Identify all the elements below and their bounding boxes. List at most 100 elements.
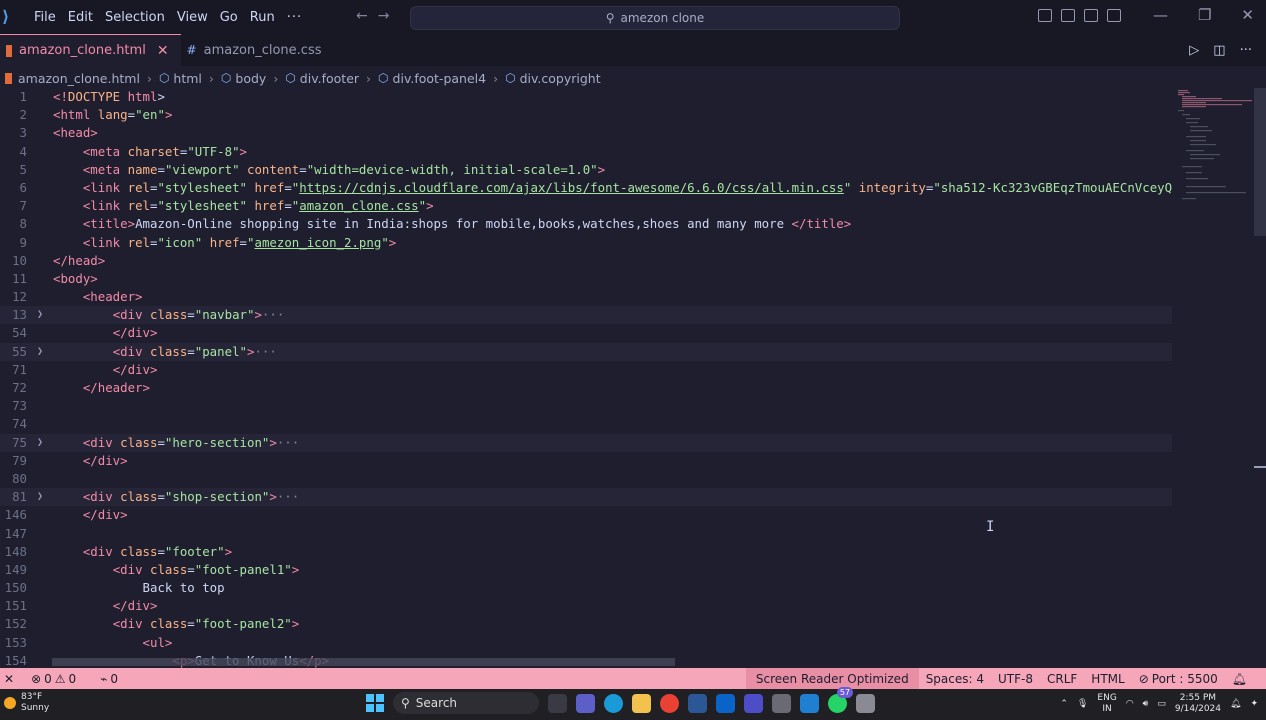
menu-run[interactable]: Run [244, 10, 281, 25]
copilot-icon[interactable]: ✦ [1250, 699, 1258, 709]
battery-icon[interactable]: ▭ [1157, 699, 1166, 709]
code-line[interactable]: 152 <div class="foot-panel2"> [0, 615, 1172, 633]
taskbar-search[interactable]: ⚲ Search [393, 692, 539, 714]
screen-reader-status[interactable]: Screen Reader Optimized [745, 668, 919, 689]
code-line[interactable]: 12 <header> [0, 288, 1172, 306]
breadcrumb-file[interactable]: amazon_clone.html [18, 71, 140, 86]
code-line[interactable]: 7 <link rel="stylesheet" href="amazon_cl… [0, 197, 1172, 215]
breadcrumb-copyright[interactable]: ⬡ div.copyright [505, 71, 601, 86]
breadcrumb-body[interactable]: ⬡ body [221, 71, 266, 86]
close-window-icon[interactable]: ✕ [1241, 6, 1254, 24]
language-mode-status[interactable]: HTML [1084, 672, 1131, 686]
code-line[interactable]: 8 <title>Amazon-Online shopping site in … [0, 215, 1172, 233]
code-line[interactable]: 71 </div> [0, 361, 1172, 379]
back-arrow-icon[interactable]: ← [356, 8, 368, 24]
ports-indicator[interactable]: ⌁ 0 [93, 672, 125, 686]
input-language[interactable]: ENG IN [1097, 693, 1116, 715]
line-ending-status[interactable]: CRLF [1040, 672, 1084, 686]
microphone-icon[interactable]: 🎙︎ [1077, 699, 1088, 709]
menu-view[interactable]: View [171, 10, 214, 25]
fold-chevron-icon[interactable]: ❯ [37, 343, 43, 361]
code-line[interactable]: 74 [0, 415, 1172, 433]
code-line[interactable]: 146 </div> [0, 506, 1172, 524]
minimap[interactable] [1176, 88, 1256, 248]
problems-indicator[interactable]: ⊗ 0 ⚠ 0 [24, 672, 83, 686]
code-line[interactable]: 147 [0, 525, 1172, 543]
tab-amazon-clone-html[interactable]: amazon_clone.html ✕ [0, 34, 181, 66]
code-line[interactable]: 72 </header> [0, 379, 1172, 397]
breadcrumb-foot-panel4[interactable]: ⬡ div.foot-panel4 [378, 71, 486, 86]
command-center-search[interactable]: ⚲ amezon clone [410, 6, 900, 30]
code-line[interactable]: 54 </div> [0, 324, 1172, 342]
code-line[interactable]: 80 [0, 470, 1172, 488]
code-line[interactable]: 153 <ul> [0, 634, 1172, 652]
code-line[interactable]: 1 <!DOCTYPE html> [0, 88, 1172, 106]
notifications-bell-icon[interactable]: 🔔︎ [1225, 672, 1254, 686]
vertical-scrollbar[interactable] [1254, 88, 1266, 668]
minimize-icon[interactable]: — [1153, 6, 1168, 24]
code-line[interactable]: 75 ❯ <div class="hero-section">··· [0, 433, 1172, 452]
horizontal-scrollbar[interactable] [52, 658, 675, 666]
wifi-icon[interactable]: ◠ [1126, 699, 1134, 709]
code-line[interactable]: 2 <html lang="en"> [0, 106, 1172, 124]
toggle-panel-icon[interactable] [1061, 9, 1075, 22]
teams-icon[interactable] [576, 693, 595, 713]
indentation-status[interactable]: Spaces: 4 [919, 672, 991, 686]
task-view-icon[interactable] [548, 693, 567, 713]
code-line[interactable]: 4 <meta charset="UTF-8"> [0, 143, 1172, 161]
code-line[interactable]: 73 [0, 397, 1172, 415]
split-editor-icon[interactable]: ◫ [1213, 43, 1225, 58]
code-line[interactable]: 151 </div> [0, 597, 1172, 615]
fold-chevron-icon[interactable]: ❯ [37, 488, 43, 506]
code-line[interactable]: 5 <meta name="viewport" content="width=d… [0, 161, 1172, 179]
run-play-icon[interactable]: ▷ [1189, 43, 1199, 58]
menu-selection[interactable]: Selection [99, 10, 171, 25]
fold-chevron-icon[interactable]: ❯ [37, 434, 43, 452]
code-line[interactable]: 13 ❯ <div class="navbar">··· [0, 306, 1172, 325]
weather-widget[interactable]: 83°F Sunny [4, 692, 49, 714]
encoding-status[interactable]: UTF-8 [991, 672, 1040, 686]
code-line[interactable]: 6 <link rel="stylesheet" href="https://c… [0, 179, 1172, 197]
code-line[interactable]: 9 <link rel="icon" href="amezon_icon_2.p… [0, 234, 1172, 252]
forward-arrow-icon[interactable]: → [378, 8, 390, 24]
code-line[interactable]: 149 <div class="foot-panel1"> [0, 561, 1172, 579]
code-line[interactable]: 55 ❯ <div class="panel">··· [0, 342, 1172, 361]
tab-amazon-clone-css[interactable]: # amazon_clone.css [181, 34, 334, 66]
breadcrumb-footer[interactable]: ⬡ div.footer [285, 71, 359, 86]
file-explorer-icon[interactable] [632, 693, 651, 713]
code-line[interactable]: 11 <body> [0, 270, 1172, 288]
close-tab-icon[interactable]: ✕ [157, 43, 169, 59]
maximize-icon[interactable]: ❐ [1198, 6, 1211, 24]
store-icon[interactable] [688, 693, 707, 713]
media-player-icon[interactable] [744, 693, 763, 713]
fold-chevron-icon[interactable]: ❯ [37, 306, 43, 324]
vscode-taskbar-icon[interactable] [800, 693, 819, 713]
more-actions-icon[interactable]: ··· [1240, 43, 1252, 58]
code-line[interactable]: 10 </head> [0, 252, 1172, 270]
chevron-up-icon[interactable]: ⌃ [1060, 699, 1068, 709]
code-line[interactable]: 81 ❯ <div class="shop-section">··· [0, 488, 1172, 507]
live-server-port[interactable]: ⊘ Port : 5500 [1132, 672, 1225, 686]
remote-indicator-icon[interactable]: ✕ [4, 672, 14, 686]
volume-icon[interactable]: 🔊︎ [1143, 699, 1149, 709]
code-line[interactable]: 148 <div class="footer"> [0, 543, 1172, 561]
chrome-browser-icon[interactable] [660, 693, 679, 713]
clock[interactable]: 2:55 PM 9/14/2024 [1175, 693, 1221, 715]
code-line[interactable]: 79 </div> [0, 452, 1172, 470]
notification-bell-icon[interactable]: 🔔︎ [1230, 699, 1241, 709]
menu-go[interactable]: Go [214, 10, 244, 25]
toggle-secondary-sidebar-icon[interactable] [1084, 9, 1098, 22]
outlook-icon[interactable] [716, 693, 735, 713]
code-editor[interactable]: 1 <!DOCTYPE html> 2 <html lang="en"> 3 <head>… [0, 88, 1172, 668]
edge-browser-icon[interactable] [604, 693, 623, 713]
app-icon[interactable] [772, 693, 791, 713]
snipping-tool-icon[interactable] [856, 693, 875, 713]
breadcrumb-html[interactable]: ⬡ html [159, 71, 202, 86]
toggle-primary-sidebar-icon[interactable] [1038, 9, 1052, 22]
code-line[interactable]: 150 Back to top [0, 579, 1172, 597]
customize-layout-icon[interactable] [1107, 9, 1121, 22]
menu-edit[interactable]: Edit [62, 10, 99, 25]
menu-more-button[interactable]: ··· [281, 10, 308, 25]
menu-file[interactable]: File [28, 10, 62, 25]
whatsapp-icon[interactable]: 57 [828, 686, 853, 713]
